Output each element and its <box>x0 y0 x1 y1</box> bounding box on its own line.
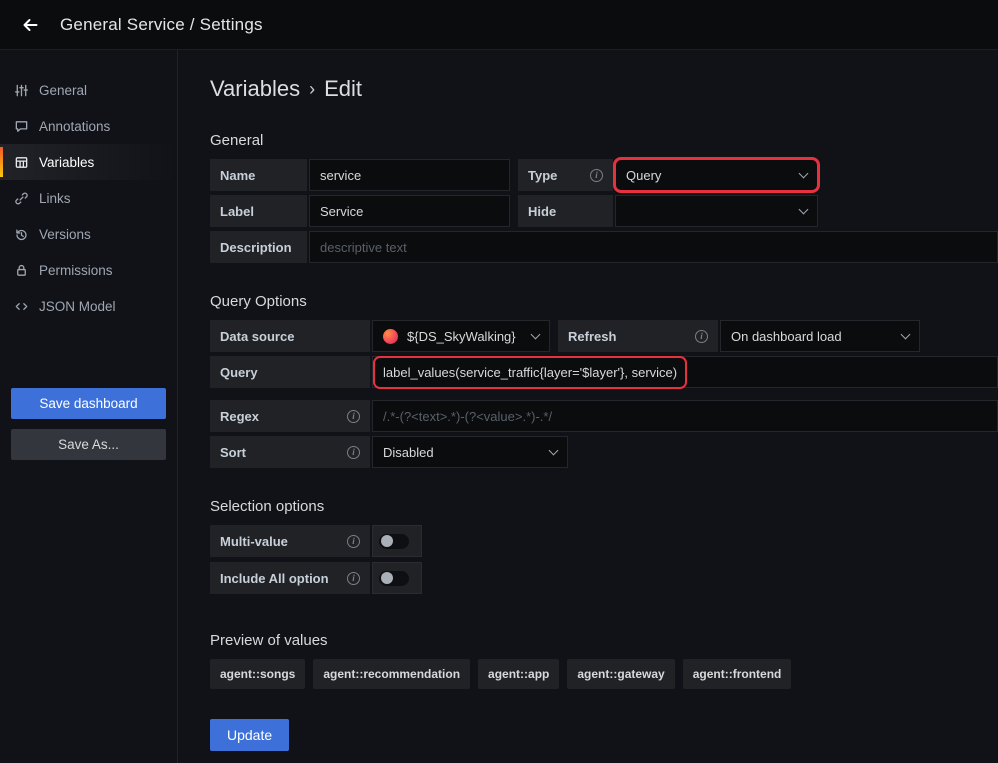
chevron-down-icon <box>901 330 911 340</box>
toggle-knob <box>381 572 393 584</box>
name-label: Name <box>210 159 307 191</box>
preview-tag: agent::recommendation <box>313 659 470 689</box>
update-button[interactable]: Update <box>210 719 289 751</box>
regex-input[interactable] <box>383 409 987 424</box>
sidebar-item-label: Versions <box>39 227 91 242</box>
main-content: Variables › Edit General Name Type Query… <box>178 50 998 763</box>
sidebar-item-annotations[interactable]: Annotations <box>0 108 177 144</box>
sidebar-item-label: Links <box>39 191 71 206</box>
regex-label: Regex <box>210 400 370 432</box>
name-type-row: Name Type Query <box>210 159 998 191</box>
preview-tag: agent::gateway <box>567 659 674 689</box>
description-field-wrap <box>309 231 998 263</box>
save-as-button[interactable]: Save As... <box>11 429 166 460</box>
toggle-track <box>379 534 409 549</box>
description-label: Description <box>210 231 307 263</box>
selection-options-section-title: Selection options <box>210 498 998 515</box>
query-value[interactable]: label_values(service_traffic{layer='$lay… <box>383 365 677 380</box>
settings-sidebar: General Annotations Variables Links Vers… <box>0 50 178 763</box>
toggle-track <box>379 571 409 586</box>
label-field-wrap <box>309 195 510 227</box>
breadcrumb-separator: › <box>309 79 315 100</box>
info-icon[interactable] <box>347 572 360 585</box>
refresh-label: Refresh <box>558 320 718 352</box>
lock-icon <box>14 263 29 278</box>
toggle-knob <box>381 535 393 547</box>
sidebar-item-label: Variables <box>39 155 94 170</box>
name-input[interactable] <box>320 168 499 183</box>
multi-value-row: Multi-value <box>210 525 998 557</box>
comment-icon <box>14 119 29 134</box>
sliders-icon <box>14 83 29 98</box>
datasource-logo-icon <box>383 329 398 344</box>
breadcrumb-root[interactable]: Variables <box>210 76 300 102</box>
sidebar-item-links[interactable]: Links <box>0 180 177 216</box>
link-icon <box>14 191 29 206</box>
multi-value-label: Multi-value <box>210 525 370 557</box>
name-field-wrap <box>309 159 510 191</box>
query-row: Query label_values(service_traffic{layer… <box>210 356 998 388</box>
preview-tag: agent::songs <box>210 659 305 689</box>
include-all-toggle[interactable] <box>372 562 422 594</box>
include-all-row: Include All option <box>210 562 998 594</box>
label-label: Label <box>210 195 307 227</box>
type-select[interactable]: Query <box>615 159 818 191</box>
regex-row: Regex <box>210 400 998 432</box>
preview-values: agent::songs agent::recommendation agent… <box>210 659 998 689</box>
preview-section-title: Preview of values <box>210 632 998 649</box>
type-label: Type <box>518 159 613 191</box>
description-input[interactable] <box>320 240 987 255</box>
datasource-refresh-row: Data source ${DS_SkyWalking} Refresh On … <box>210 320 998 352</box>
query-options-section-title: Query Options <box>210 293 998 310</box>
general-section-title: General <box>210 132 998 149</box>
arrow-left-icon <box>20 15 40 35</box>
chevron-down-icon <box>531 330 541 340</box>
info-icon[interactable] <box>695 330 708 343</box>
data-source-select[interactable]: ${DS_SkyWalking} <box>372 320 550 352</box>
breadcrumb-current: Edit <box>324 76 362 102</box>
info-icon[interactable] <box>347 535 360 548</box>
breadcrumb: Variables › Edit <box>210 76 998 102</box>
include-all-label: Include All option <box>210 562 370 594</box>
sidebar-item-versions[interactable]: Versions <box>0 216 177 252</box>
page-title: General Service / Settings <box>60 15 263 35</box>
history-icon <box>14 227 29 242</box>
sidebar-item-label: JSON Model <box>39 299 116 314</box>
info-icon[interactable] <box>347 410 360 423</box>
info-icon[interactable] <box>347 446 360 459</box>
preview-tag: agent::frontend <box>683 659 792 689</box>
sort-row: Sort Disabled <box>210 436 998 468</box>
sidebar-item-label: Permissions <box>39 263 113 278</box>
save-dashboard-button[interactable]: Save dashboard <box>11 388 166 419</box>
hide-label: Hide <box>518 195 613 227</box>
sidebar-item-label: General <box>39 83 87 98</box>
query-label: Query <box>210 356 370 388</box>
query-field-wrap[interactable]: label_values(service_traffic{layer='$lay… <box>372 356 998 388</box>
sidebar-item-permissions[interactable]: Permissions <box>0 252 177 288</box>
preview-tag: agent::app <box>478 659 559 689</box>
hide-select[interactable] <box>615 195 818 227</box>
multi-value-toggle[interactable] <box>372 525 422 557</box>
data-source-label: Data source <box>210 320 370 352</box>
code-icon <box>14 299 29 314</box>
chevron-down-icon <box>799 169 809 179</box>
sidebar-item-general[interactable]: General <box>0 72 177 108</box>
sidebar-item-label: Annotations <box>39 119 110 134</box>
back-button[interactable] <box>14 9 46 41</box>
chevron-down-icon <box>549 446 559 456</box>
sort-label: Sort <box>210 436 370 468</box>
variable-table-icon <box>14 155 29 170</box>
top-header: General Service / Settings <box>0 0 998 50</box>
sidebar-item-json-model[interactable]: JSON Model <box>0 288 177 324</box>
label-hide-row: Label Hide <box>210 195 998 227</box>
chevron-down-icon <box>799 205 809 215</box>
info-icon[interactable] <box>590 169 603 182</box>
sidebar-item-variables[interactable]: Variables <box>0 144 177 180</box>
description-row: Description <box>210 231 998 263</box>
label-input[interactable] <box>320 204 499 219</box>
sort-select[interactable]: Disabled <box>372 436 568 468</box>
regex-field-wrap <box>372 400 998 432</box>
refresh-select[interactable]: On dashboard load <box>720 320 920 352</box>
